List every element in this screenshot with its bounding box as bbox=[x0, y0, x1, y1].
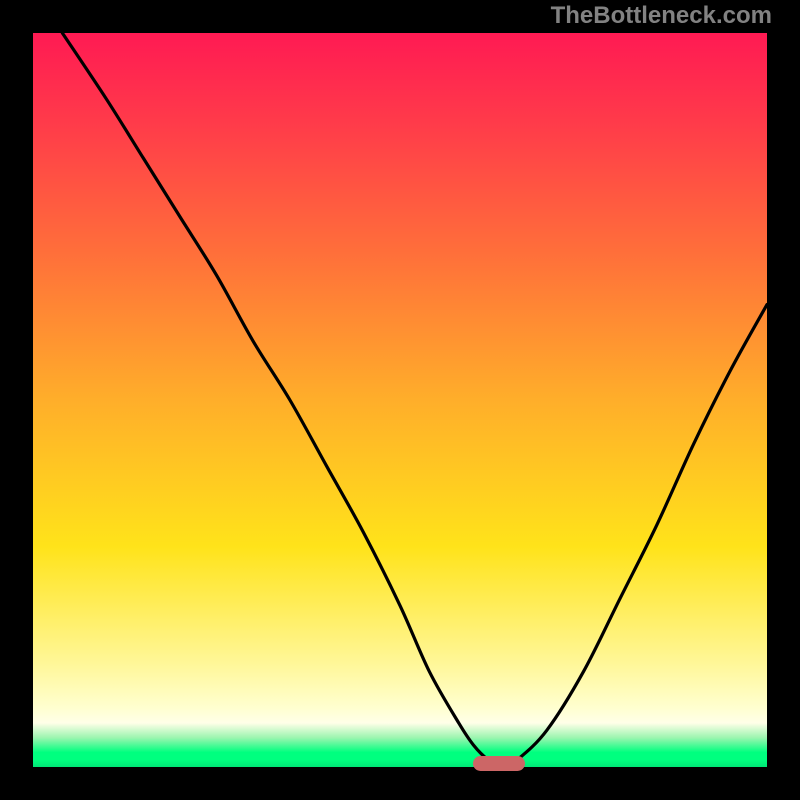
bottleneck-curve bbox=[33, 33, 767, 767]
watermark-text: TheBottleneck.com bbox=[551, 2, 772, 30]
optimal-marker bbox=[473, 756, 524, 771]
plot-area bbox=[33, 33, 767, 767]
chart-frame: TheBottleneck.com bbox=[0, 0, 800, 800]
